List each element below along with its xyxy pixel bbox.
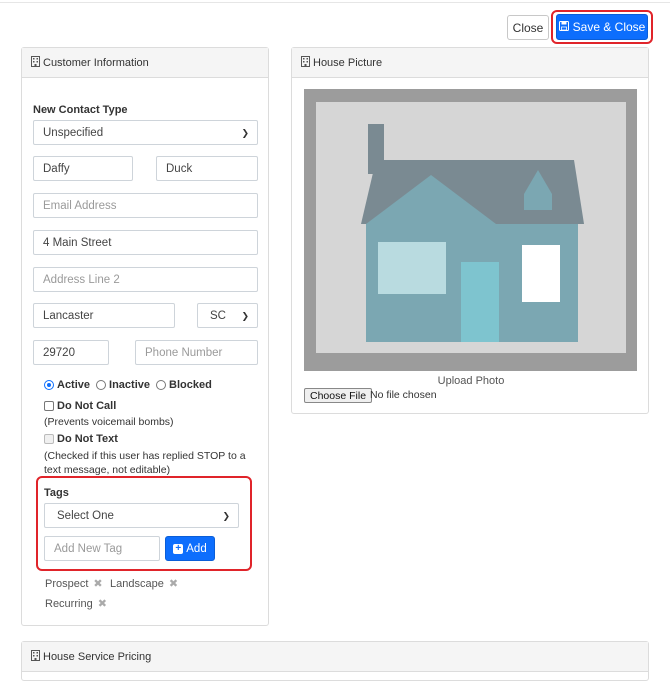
customer-information-card: Customer Information New Contact Type Un…	[21, 47, 269, 626]
do-not-text-row: Do Not Text	[44, 433, 118, 445]
house-card-header: House Picture	[292, 48, 648, 78]
do-not-call-label: Do Not Call	[57, 400, 117, 412]
customer-card-title: Customer Information	[43, 56, 149, 69]
plus-icon: +	[173, 543, 184, 554]
new-tag-input[interactable]: Add New Tag	[44, 536, 160, 561]
status-active-label: Active	[57, 379, 91, 391]
state-select[interactable]: SC ❯	[197, 303, 258, 328]
house-door	[461, 262, 499, 342]
save-close-button[interactable]: Save & Close	[556, 14, 648, 40]
file-status: No file chosen	[370, 389, 437, 401]
tag-item: Recurring ✖	[45, 597, 107, 611]
house-picture-inner	[316, 102, 626, 353]
radio-active[interactable]	[44, 380, 54, 390]
remove-tag-icon[interactable]: ✖	[98, 597, 107, 610]
first-name-input[interactable]: Daffy	[33, 156, 133, 181]
choose-file-button[interactable]: Choose File	[304, 388, 373, 403]
do-not-call-row[interactable]: Do Not Call	[44, 400, 116, 412]
pricing-card-header: House Service Pricing	[22, 642, 648, 672]
email-input[interactable]: Email Address	[33, 193, 258, 218]
zip-input[interactable]: 29720	[33, 340, 109, 365]
radio-inactive[interactable]	[96, 380, 107, 390]
save-icon	[558, 20, 569, 34]
do-not-text-checkbox	[44, 434, 54, 444]
last-name-input[interactable]: Duck	[156, 156, 258, 181]
status-inactive-label: Inactive	[109, 379, 150, 391]
do-not-text-label: Do Not Text	[57, 433, 118, 445]
do-not-call-checkbox[interactable]	[44, 401, 54, 411]
building-icon	[301, 55, 310, 70]
radio-blocked[interactable]	[156, 380, 166, 390]
tags-select[interactable]: Select One ❯	[44, 503, 239, 528]
do-not-call-note: (Prevents voicemail bombs)	[44, 416, 174, 428]
tags-label: Tags	[44, 487, 69, 499]
contact-type-select[interactable]: Unspecified ❯	[33, 120, 258, 145]
address-line-2-input[interactable]: Address Line 2	[33, 267, 258, 292]
house-window-right	[522, 245, 560, 302]
upload-photo-caption: Upload Photo	[437, 375, 505, 387]
house-illustration	[361, 124, 584, 342]
save-close-label: Save & Close	[572, 20, 646, 34]
remove-tag-icon[interactable]: ✖	[93, 577, 102, 590]
tag-label: Prospect	[45, 577, 89, 590]
pricing-card-title: House Service Pricing	[43, 650, 152, 663]
tag-label: Landscape	[110, 577, 164, 590]
status-radio-group: Active Inactive Blocked	[44, 379, 218, 391]
do-not-text-note-2: text message, not editable)	[44, 464, 171, 476]
house-picture	[304, 89, 637, 371]
tag-item: Prospect ✖	[45, 577, 103, 591]
customer-card-header: Customer Information	[22, 48, 268, 78]
do-not-text-note-1: (Checked if this user has replied STOP t…	[44, 450, 246, 462]
tag-item: Landscape ✖	[110, 577, 178, 591]
chevron-down-icon: ❯	[222, 511, 230, 521]
phone-input[interactable]: Phone Number	[135, 340, 258, 365]
house-card-title: House Picture	[313, 56, 383, 69]
chevron-down-icon: ❯	[241, 311, 249, 321]
building-icon	[31, 55, 40, 70]
add-tag-button[interactable]: + Add	[165, 536, 215, 561]
building-icon	[31, 649, 40, 664]
status-active[interactable]: Active	[44, 379, 90, 391]
house-picture-card: House Picture Upload Photo Choose File N…	[291, 47, 649, 414]
house-service-pricing-card: House Service Pricing	[21, 641, 649, 681]
address-line-1-input[interactable]: 4 Main Street	[33, 230, 258, 255]
status-inactive[interactable]: Inactive	[96, 379, 150, 391]
city-input[interactable]: Lancaster	[33, 303, 175, 328]
house-window-left	[378, 242, 446, 294]
top-divider	[0, 0, 670, 3]
chevron-down-icon: ❯	[241, 128, 249, 138]
remove-tag-icon[interactable]: ✖	[169, 577, 178, 590]
contact-type-label: New Contact Type	[33, 104, 128, 116]
contact-type-value: Unspecified	[43, 126, 104, 139]
close-button[interactable]: Close	[507, 15, 549, 40]
status-blocked-label: Blocked	[169, 379, 212, 391]
status-blocked[interactable]: Blocked	[156, 379, 212, 391]
tags-select-value: Select One	[57, 509, 114, 522]
state-value: SC	[210, 309, 226, 322]
tag-label: Recurring	[45, 597, 93, 610]
add-tag-label: Add	[186, 542, 207, 555]
